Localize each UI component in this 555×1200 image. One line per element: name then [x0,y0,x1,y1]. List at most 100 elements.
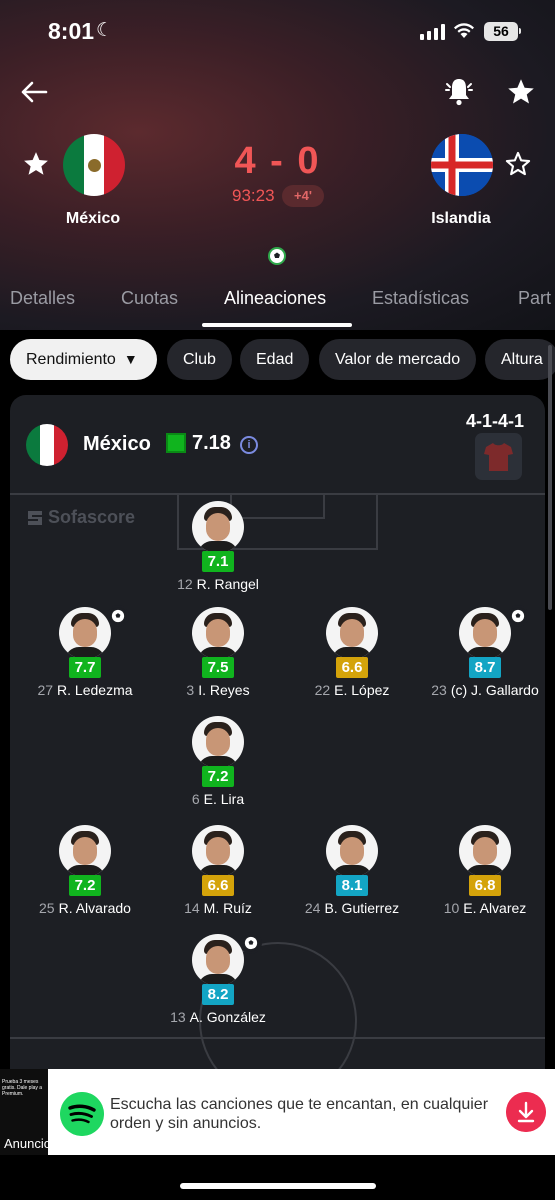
lineup-team-name[interactable]: México [83,433,151,456]
moon-icon: ☾ [96,20,114,41]
player-name: R. Ledezma [57,682,133,698]
player-marker[interactable]: 8.7 23 (c) J. Gallardo [400,605,545,698]
player-number: 14 [184,900,200,916]
star-icon[interactable] [506,77,536,107]
player-rating: 6.8 [469,875,501,896]
player-rating: 7.7 [69,657,101,678]
signal-icon [420,24,445,40]
player-rating: 7.5 [202,657,234,678]
player-rating: 8.2 [202,984,234,1005]
match-score: 4 - 0 [234,140,321,182]
tab-cuotas[interactable]: Cuotas [121,288,178,309]
player-name-row[interactable]: 12 R. Rangel [133,576,303,592]
player-rating: 6.6 [202,875,234,896]
player-avatar[interactable] [192,501,244,553]
tab-partidos[interactable]: Part [518,288,551,309]
battery-indicator: 56 [484,22,518,41]
player-marker[interactable]: 7.2 6 E. Lira [133,716,303,807]
player-number: 6 [191,791,200,807]
player-name-row[interactable]: 13 A. González [133,1009,303,1025]
bell-icon[interactable] [444,75,474,107]
player-name: B. Gutierrez [324,900,400,916]
player-rating: 8.7 [469,657,501,678]
goal-football-icon [507,605,529,627]
jersey-icon[interactable] [475,433,522,480]
player-number: 22 [314,682,331,698]
spotify-icon[interactable] [60,1092,104,1136]
player-avatar[interactable] [192,934,244,986]
mexico-flag-icon[interactable] [26,424,68,466]
active-tab-indicator [202,323,352,327]
player-name: (c) J. Gallardo [450,682,539,698]
goal-football-icon [107,605,129,627]
player-avatar[interactable] [459,607,511,659]
away-team-name[interactable]: Islandia [401,210,521,228]
watermark-text: Sofascore [48,507,136,527]
player-name: R. Rangel [196,576,259,592]
chip-altura[interactable]: Altura [485,339,555,380]
back-arrow-icon[interactable] [18,76,50,108]
pitch: Sofascore 7.1 12 R. Rangel 7.7 27 R. Ledezma 7… [10,493,545,1095]
caret-down-icon: ▼ [123,351,138,367]
tab-estadisticas[interactable]: Estadísticas [372,288,469,309]
ad-label: Anuncios [4,1136,58,1151]
player-avatar[interactable] [59,607,111,659]
player-avatar[interactable] [192,716,244,768]
match-header: 8:01 ☾ 56 México Islandia 4 - 0 93:23 +4… [0,0,555,330]
player-marker[interactable]: 6.8 10 E. Alvarez [400,825,545,916]
chip-club[interactable]: Club [167,339,232,380]
tab-detalles[interactable]: Detalles [10,288,75,309]
sofascore-logo-icon [28,510,42,525]
match-clock: 93:23 [232,186,275,205]
player-name-row[interactable]: 10 E. Alvarez [400,900,545,916]
player-rating: 6.6 [336,657,368,678]
player-name: E. Lira [203,791,245,807]
home-team-name[interactable]: México [33,210,153,228]
player-number: 24 [304,900,321,916]
ad-thumbnail-text: Prueba 3 meses gratis. Dale play a Premi… [2,1079,43,1097]
player-avatar[interactable] [192,825,244,877]
player-number: 25 [39,900,55,916]
info-icon[interactable]: i [240,436,258,454]
download-icon[interactable] [506,1092,546,1132]
ad-text[interactable]: Escucha las canciones que te encantan, e… [110,1095,490,1133]
goal-football-icon [240,932,262,954]
chip-valor-de-mercado[interactable]: Valor de mercado [319,339,477,380]
player-marker[interactable]: 8.2 13 A. González [133,932,303,1025]
added-time-badge: +4' [282,185,324,207]
player-name-row[interactable]: 23 (c) J. Gallardo [400,682,545,698]
status-time: 8:01 [48,18,95,44]
player-number: 23 [431,682,447,698]
battery-tip [519,28,521,34]
player-name: I. Reyes [198,682,250,698]
player-marker[interactable]: 7.1 12 R. Rangel [133,501,303,592]
wifi-icon [454,23,474,38]
player-name-row[interactable]: 6 E. Lira [133,791,303,807]
tab-alineaciones[interactable]: Alineaciones [224,288,326,309]
ad-banner[interactable]: Prueba 3 meses gratis. Dale play a Premi… [0,1069,555,1155]
status-bar: 8:01 ☾ 56 [0,0,555,62]
player-name: A. González [189,1009,266,1025]
player-avatar[interactable] [326,825,378,877]
player-number: 3 [186,682,195,698]
player-avatar[interactable] [59,825,111,877]
player-name: R. Alvarado [58,900,131,916]
player-avatar[interactable] [459,825,511,877]
home-indicator[interactable] [180,1183,376,1189]
football-icon [268,247,286,265]
player-rating: 7.1 [202,551,234,572]
formation-label: 4-1-4-1 [466,411,525,431]
halfway-line [10,1037,545,1039]
player-rating: 7.2 [69,875,101,896]
chip-edad[interactable]: Edad [240,339,310,380]
sofascore-watermark: Sofascore [26,507,135,528]
player-name: M. Ruíz [203,900,252,916]
team-rating-swatch [166,433,186,453]
player-avatar[interactable] [326,607,378,659]
player-number: 27 [37,682,54,698]
scrollbar[interactable] [548,345,552,610]
chip-rendimiento[interactable]: Rendimiento ▼ [10,339,157,380]
player-rating: 8.1 [336,875,368,896]
player-number: 12 [177,576,193,592]
player-avatar[interactable] [192,607,244,659]
